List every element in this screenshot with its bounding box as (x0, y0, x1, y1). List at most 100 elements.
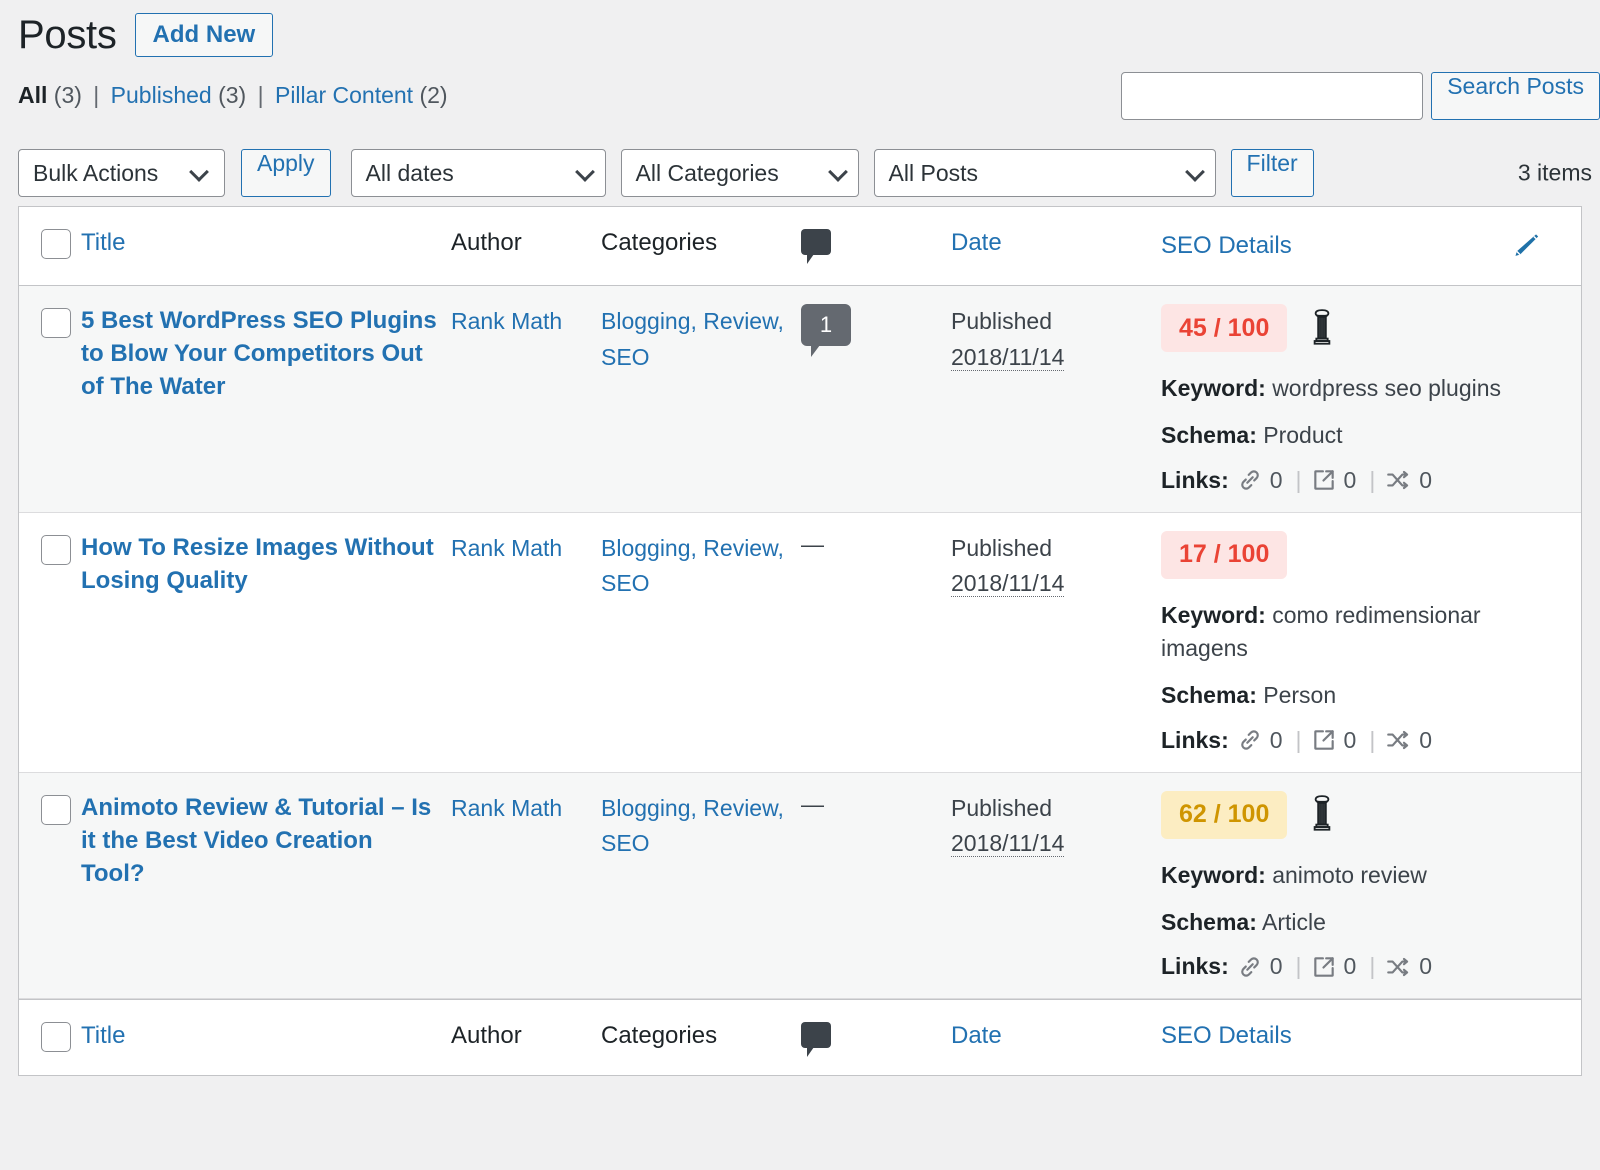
post-seo-details-cell: 17 / 100 Keyword: como redimensionar imag… (1161, 513, 1581, 772)
incoming-links-icon[interactable] (1384, 467, 1412, 493)
post-categories-link[interactable]: Blogging, Review, SEO (601, 535, 784, 597)
view-all-link[interactable]: All (18, 82, 47, 108)
post-title-link[interactable]: Animoto Review & Tutorial – Is it the Be… (81, 791, 439, 890)
post-date-status: Published (951, 795, 1052, 821)
seo-keyword-value: wordpress seo plugins (1272, 375, 1501, 401)
post-comments-cell: 1 (801, 286, 951, 512)
links-separator-2: | (1369, 467, 1375, 494)
add-new-button[interactable]: Add New (135, 13, 274, 57)
table-row: 5 Best WordPress SEO Plugins to Blow You… (19, 286, 1581, 513)
incoming-links-icon[interactable] (1384, 954, 1412, 980)
row-select-cell (19, 286, 81, 512)
external-links-icon[interactable] (1311, 467, 1337, 493)
view-pillar-content-link[interactable]: Pillar Content (275, 82, 413, 108)
column-header-seo-details[interactable]: SEO Details (1161, 232, 1292, 260)
internal-links-count: 0 (1270, 467, 1283, 494)
row-checkbox[interactable] (41, 308, 71, 338)
post-categories-link[interactable]: Blogging, Review, SEO (601, 308, 784, 370)
category-filter-select[interactable]: All Categories (621, 149, 859, 197)
post-author-cell: Rank Math (451, 513, 601, 772)
incoming-links-icon[interactable] (1384, 727, 1412, 753)
incoming-links-count: 0 (1419, 953, 1432, 980)
view-published-count: (3) (218, 82, 246, 108)
seo-score-badge[interactable]: 62 / 100 (1161, 791, 1287, 839)
post-title-cell: Animoto Review & Tutorial – Is it the Be… (81, 773, 451, 999)
chevron-down-icon (1185, 162, 1205, 182)
table-header-row: Title Author Categories Date SEO Details (19, 207, 1581, 286)
seo-links-label: Links: (1161, 727, 1229, 754)
search-area: Search Posts (1121, 72, 1600, 120)
search-posts-button[interactable]: Search Posts (1431, 72, 1600, 120)
view-published-link[interactable]: Published (111, 82, 212, 108)
seo-schema-line: Schema: Person (1161, 679, 1569, 712)
comment-count-bubble[interactable]: 1 (801, 304, 851, 346)
column-header-title[interactable]: Title (81, 229, 125, 256)
internal-links-icon[interactable] (1237, 467, 1263, 493)
column-categories: Categories (601, 207, 801, 285)
post-categories-link[interactable]: Blogging, Review, SEO (601, 795, 784, 857)
incoming-links-count: 0 (1419, 467, 1432, 494)
post-seo-details-cell: 62 / 100Keyword: animoto reviewSchema: A… (1161, 773, 1581, 999)
items-count: 3 items (1518, 160, 1592, 187)
column-header-seo-details-footer[interactable]: SEO Details (1161, 1022, 1292, 1049)
post-categories-cell: Blogging, Review, SEO (601, 513, 801, 772)
internal-links-icon[interactable] (1237, 727, 1263, 753)
table-navigation-top: Bulk Actions Apply All dates All Categor… (0, 140, 1600, 206)
external-links-count: 0 (1344, 953, 1357, 980)
column-header-title-footer[interactable]: Title (81, 1022, 125, 1049)
row-checkbox[interactable] (41, 535, 71, 565)
bulk-actions-select[interactable]: Bulk Actions (18, 149, 225, 197)
seo-links-label: Links: (1161, 953, 1229, 980)
column-header-author: Author (451, 229, 522, 256)
post-type-filter-select[interactable]: All Posts (874, 149, 1216, 197)
post-title-link[interactable]: 5 Best WordPress SEO Plugins to Blow You… (81, 304, 439, 403)
apply-button[interactable]: Apply (241, 149, 331, 197)
post-title-link[interactable]: How To Resize Images Without Losing Qual… (81, 531, 439, 597)
seo-score-badge[interactable]: 17 / 100 (1161, 531, 1287, 579)
row-checkbox[interactable] (41, 795, 71, 825)
seo-schema-label: Schema: (1161, 682, 1257, 708)
search-input[interactable] (1121, 72, 1423, 120)
chevron-down-icon (189, 162, 209, 182)
seo-schema-value: Product (1263, 422, 1342, 448)
seo-keyword-line: Keyword: como redimensionar imagens (1161, 599, 1569, 666)
internal-links-icon[interactable] (1237, 954, 1263, 980)
bulk-actions-value: Bulk Actions (33, 160, 158, 187)
post-date-cell: Published2018/11/14 (951, 773, 1161, 999)
column-comments (801, 207, 951, 285)
pillar-content-icon[interactable] (1305, 306, 1339, 351)
internal-links-count: 0 (1270, 953, 1283, 980)
post-author-link[interactable]: Rank Math (451, 308, 562, 334)
column-header-date[interactable]: Date (951, 229, 1002, 256)
comment-icon[interactable] (801, 1022, 831, 1048)
select-all-checkbox[interactable] (41, 229, 71, 259)
page-header: Posts Add New (0, 0, 1600, 62)
date-filter-select[interactable]: All dates (351, 149, 606, 197)
seo-score-badge[interactable]: 45 / 100 (1161, 304, 1287, 352)
seo-schema-label: Schema: (1161, 909, 1257, 935)
column-seo-details-footer: SEO Details (1161, 1000, 1581, 1075)
chevron-down-icon (828, 162, 848, 182)
post-title-cell: How To Resize Images Without Losing Qual… (81, 513, 451, 772)
pencil-icon[interactable] (1507, 229, 1541, 263)
seo-schema-label: Schema: (1161, 422, 1257, 448)
comment-icon[interactable] (801, 229, 831, 255)
external-links-icon[interactable] (1311, 727, 1337, 753)
links-separator-1: | (1296, 467, 1302, 494)
column-header-date-footer[interactable]: Date (951, 1022, 1002, 1049)
seo-keyword-label: Keyword: (1161, 375, 1266, 401)
links-separator-1: | (1296, 727, 1302, 754)
seo-schema-value: Person (1263, 682, 1336, 708)
pillar-content-icon[interactable] (1305, 792, 1339, 837)
post-author-link[interactable]: Rank Math (451, 535, 562, 561)
select-all-checkbox-footer[interactable] (41, 1022, 71, 1052)
views-filter-list: All (3) | Published (3) | Pillar Content… (18, 82, 448, 109)
external-links-icon[interactable] (1311, 954, 1337, 980)
filter-button[interactable]: Filter (1231, 149, 1314, 197)
view-pillar-content-count: (2) (419, 82, 447, 108)
post-comments-cell: — (801, 513, 951, 772)
column-comments-footer (801, 1000, 951, 1075)
column-author: Author (451, 207, 601, 285)
post-seo-details-cell: 45 / 100 Keyword: wordpress seo plugins Sc… (1161, 286, 1581, 512)
post-author-link[interactable]: Rank Math (451, 795, 562, 821)
